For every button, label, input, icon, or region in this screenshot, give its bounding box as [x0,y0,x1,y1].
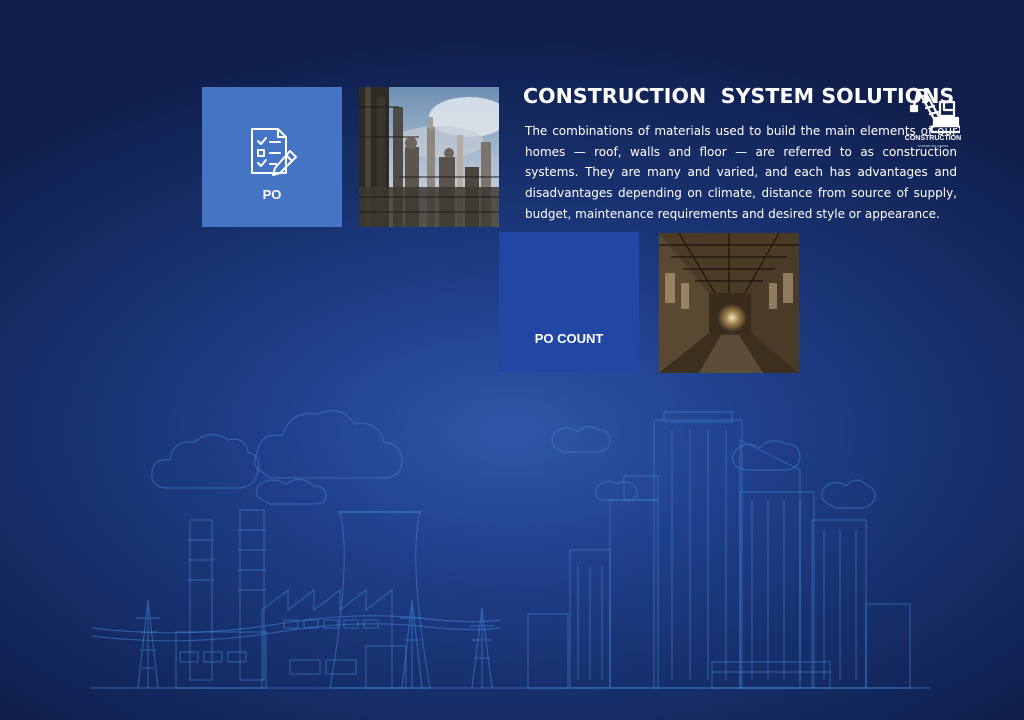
abandoned-factory-hall-photo [659,232,799,373]
po-count-tile[interactable]: PO COUNT [499,232,639,372]
logo-brand-text: CONSTRUCTION [904,135,962,142]
crane-icon [909,88,960,134]
company-logo: CONSTRUCTION SYSTEM SOLUTIONS [902,86,964,148]
purchase-order-icon [246,125,300,179]
industrial-refinery-photo [359,87,509,227]
logo-tagline: SYSTEM SOLUTIONS [917,144,949,148]
construction-description: The combinations of materials used to bu… [525,124,957,221]
po-tile-label: PO [262,187,282,202]
po-tile[interactable]: PO [202,87,342,227]
po-count-tile-label: PO COUNT [534,331,604,346]
page-title: CONSTRUCTION SYSTEM SOLUTIONS [523,84,955,108]
